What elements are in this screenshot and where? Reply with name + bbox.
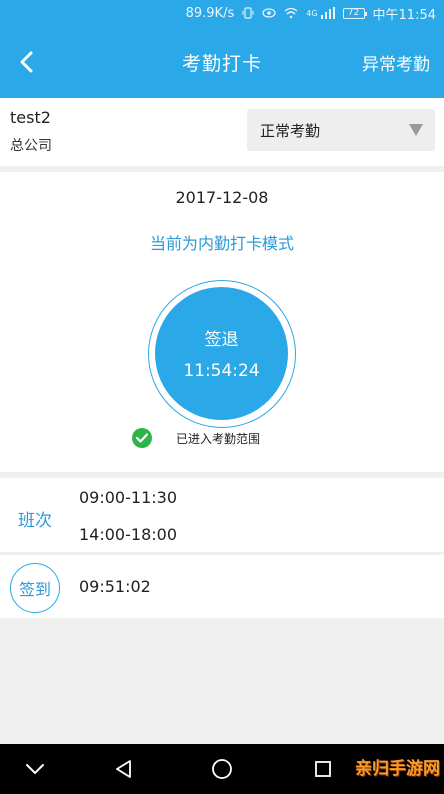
clock-out-button-inner[interactable]: 签退 11:54:24 — [155, 287, 288, 420]
network-speed: 89.9K/s — [185, 5, 235, 21]
user-name: test2 — [10, 108, 51, 127]
range-status-text: 已进入考勤范围 — [176, 431, 261, 446]
nav-hide-keyboard-button[interactable] — [20, 754, 50, 784]
signal-icon: 4G — [306, 7, 335, 19]
clock-section: 2017-12-08 当前为内勤打卡模式 签退 11:54:24 已进入考勤范围 — [0, 172, 444, 472]
abnormal-attendance-button[interactable]: 异常考勤 — [362, 50, 430, 75]
circle-home-icon — [212, 759, 232, 779]
signin-section: 签到 09:51:02 — [0, 555, 444, 618]
attendance-type-select[interactable]: 正常考勤 — [247, 109, 435, 151]
chevron-left-icon — [20, 51, 33, 73]
clock-mode: 当前为内勤打卡模式 — [149, 234, 294, 253]
clock-out-time: 11:54:24 — [183, 361, 260, 381]
shift-section: 班次 09:00-11:30 14:00-18:00 — [0, 478, 444, 552]
system-nav-bar: 亲归手游网 — [0, 744, 444, 794]
wifi-icon — [284, 7, 298, 19]
eye-icon — [262, 8, 276, 18]
chevron-down-icon — [26, 764, 44, 775]
back-button[interactable] — [8, 44, 44, 80]
shift-time-afternoon: 14:00-18:00 — [79, 525, 177, 544]
attendance-type-value: 正常考勤 — [260, 121, 321, 140]
signin-badge: 签到 — [10, 563, 60, 613]
clock-out-label: 签退 — [204, 330, 239, 350]
nav-back-button[interactable] — [108, 754, 138, 784]
vibrate-icon — [242, 7, 254, 19]
clock-date: 2017-12-08 — [175, 188, 269, 207]
status-bar: 89.9K/s 4G 72 中午11:54 — [0, 0, 444, 26]
shift-label: 班次 — [18, 511, 52, 531]
user-section: test2 总公司 正常考勤 — [0, 98, 444, 166]
shift-time-morning: 09:00-11:30 — [79, 488, 177, 507]
check-circle-icon — [132, 428, 152, 448]
square-recent-icon — [315, 761, 331, 777]
page-title: 考勤打卡 — [181, 52, 262, 75]
nav-recent-button[interactable] — [308, 754, 338, 784]
status-time: 中午11:54 — [372, 7, 436, 23]
triangle-down-icon — [409, 124, 423, 136]
clock-out-button[interactable]: 签退 11:54:24 — [148, 280, 296, 428]
user-company: 总公司 — [10, 138, 52, 154]
triangle-back-icon — [116, 760, 131, 778]
battery-icon: 72 — [342, 7, 367, 19]
watermark-logo: 亲归手游网 — [355, 759, 440, 779]
app-header: 考勤打卡 异常考勤 — [0, 26, 444, 98]
network-type: 4G — [306, 8, 318, 18]
signin-time: 09:51:02 — [79, 577, 151, 596]
nav-home-button[interactable] — [207, 754, 237, 784]
range-status: 已进入考勤范围 — [132, 428, 260, 448]
